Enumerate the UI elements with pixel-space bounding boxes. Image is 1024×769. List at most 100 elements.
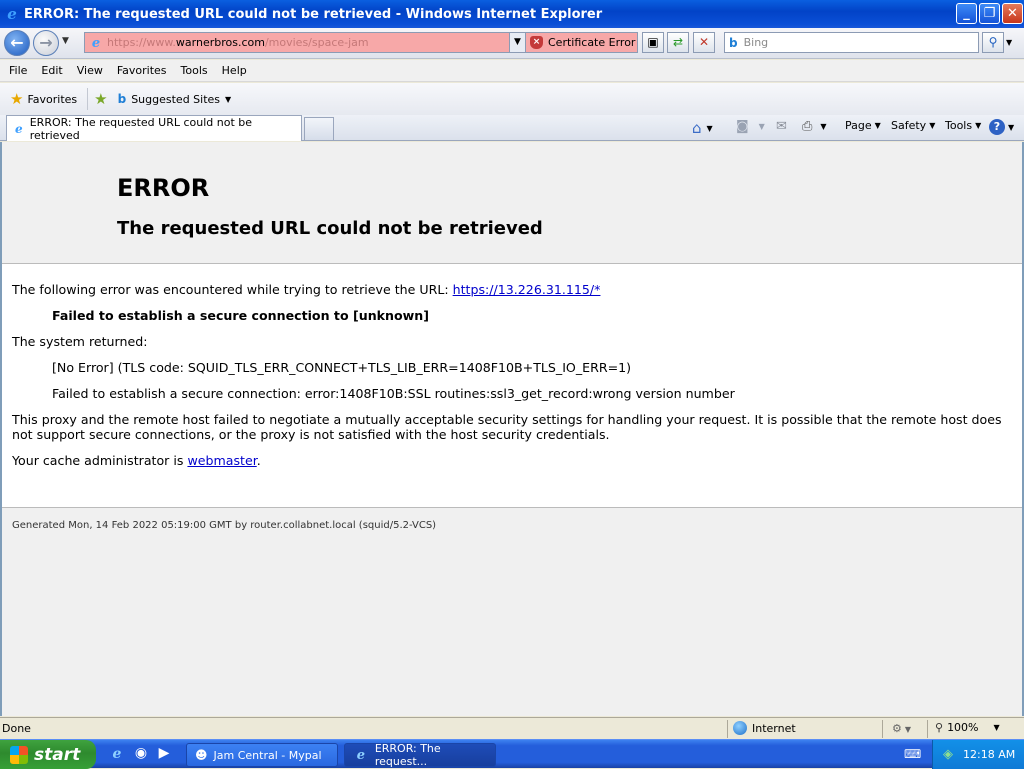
menu-tools[interactable]: Tools — [181, 64, 208, 77]
taskbar-item-ie[interactable]: e ERROR: The request... — [344, 742, 496, 768]
page-title: ERROR — [117, 174, 210, 202]
url-prefix: https://www. — [107, 36, 176, 49]
tab-active[interactable]: e ERROR: The requested URL could not be … — [6, 115, 302, 142]
zoom-dropdown-icon: ▼ — [993, 723, 1000, 732]
feeds-button[interactable]: ◙ ▼ — [736, 119, 765, 134]
menu-file[interactable]: File — [9, 64, 27, 77]
page-content: ERROR The requested URL could not be ret… — [0, 142, 1024, 716]
protected-mode-icon: ⚙ — [892, 722, 902, 735]
refresh-button[interactable]: ⇄ — [667, 32, 689, 53]
zoom-control[interactable]: ⚲ 100% ▼ — [935, 721, 1000, 734]
menu-view[interactable]: View — [77, 64, 103, 77]
printer-icon: ⎙ — [802, 119, 813, 134]
page-menu-label: Page — [845, 119, 872, 132]
security-zone[interactable]: Internet — [733, 721, 796, 735]
mail-icon: ✉ — [776, 119, 787, 134]
keyboard-icon[interactable]: ⌨ — [904, 747, 921, 761]
read-mail-button[interactable]: ✉ — [776, 119, 787, 134]
page-dropdown-icon: ▼ — [874, 121, 881, 130]
start-label: start — [34, 744, 81, 765]
quicklaunch-media-icon[interactable]: ▶ — [155, 745, 173, 763]
start-button[interactable]: start — [0, 740, 96, 769]
url-path: /movies/space-jam — [264, 36, 369, 49]
stop-icon: ✕ — [698, 35, 710, 49]
maximize-button[interactable]: ❐ — [979, 3, 1000, 24]
admin-paragraph: Your cache administrator is webmaster. — [12, 453, 1012, 468]
home-dropdown-icon: ▼ — [706, 123, 713, 133]
menu-bar: File Edit View Favorites Tools Help — [0, 60, 1024, 82]
minimize-button[interactable]: _ — [956, 3, 977, 24]
webmaster-link[interactable]: webmaster — [187, 453, 256, 468]
favorites-divider — [87, 88, 89, 110]
print-button[interactable]: ⎙ ▼ — [802, 119, 827, 134]
zoom-magnifier-icon: ⚲ — [935, 721, 944, 734]
tab-title: ERROR: The requested URL could not be re… — [29, 115, 253, 142]
title-bar[interactable]: e ERROR: The requested URL could not be … — [0, 0, 1024, 28]
compatibility-view-button[interactable]: ▣ — [642, 32, 664, 53]
generated-info: Generated Mon, 14 Feb 2022 05:19:00 GMT … — [12, 520, 437, 531]
quicklaunch-browser-icon[interactable]: ◉ — [132, 745, 150, 763]
certificate-error-button[interactable]: × Certificate Error — [526, 32, 638, 53]
zone-label: Internet — [752, 721, 796, 735]
safety-dropdown-icon: ▼ — [929, 121, 936, 130]
search-options-dropdown-icon[interactable]: ▼ — [1006, 38, 1012, 47]
help-dropdown-icon: ▼ — [1008, 122, 1015, 132]
failed-url-link[interactable]: https://13.226.31.115/* — [453, 282, 601, 297]
ie-task-icon: e — [356, 747, 366, 763]
safety-menu-label: Safety — [891, 119, 927, 132]
status-bar: Done Internet ⚙ ▼ ⚲ 100% ▼ — [0, 717, 1024, 739]
tab-bar: e ERROR: The requested URL could not be … — [0, 115, 1024, 142]
add-to-favorites-icon[interactable]: ★ — [94, 90, 107, 108]
intro-text: The following error was encountered whil… — [12, 282, 453, 297]
status-text: Done — [2, 722, 31, 735]
windows-logo-icon — [10, 745, 28, 764]
failure-message: Failed to establish a secure connection … — [52, 308, 430, 323]
tools-menu-button[interactable]: Tools ▼ — [945, 119, 981, 132]
page-menu-button[interactable]: Page ▼ — [845, 119, 881, 132]
ie-logo-icon: e — [7, 5, 17, 23]
recent-pages-dropdown-icon[interactable]: ▼ — [62, 36, 69, 46]
refresh-icon: ⇄ — [672, 35, 684, 49]
error-footer: Generated Mon, 14 Feb 2022 05:19:00 GMT … — [2, 507, 1022, 716]
page-subtitle: The requested URL could not be retrieved — [117, 218, 543, 239]
network-tray-icon[interactable]: ◈ — [943, 747, 953, 762]
task2-label: ERROR: The request... — [374, 742, 441, 768]
magnifier-icon: ⚲ — [988, 35, 998, 49]
task1-label: Jam Central - Mypal — [213, 748, 322, 762]
safety-menu-button[interactable]: Safety ▼ — [891, 119, 935, 132]
taskbar-item-mypal[interactable]: ☻ Jam Central - Mypal — [186, 743, 338, 767]
suggested-sites-button[interactable]: b Suggested Sites ▼ — [118, 92, 232, 106]
favorites-label: Favorites — [27, 92, 78, 106]
menu-favorites[interactable]: Favorites — [117, 64, 167, 77]
back-button[interactable]: ← — [4, 30, 30, 56]
address-field[interactable]: e https://www. warnerbros.com/movies/spac… — [84, 32, 526, 53]
new-tab-button[interactable] — [304, 117, 334, 140]
search-input[interactable]: b Bing — [724, 32, 979, 53]
help-button[interactable]: ? ▼ — [989, 119, 1014, 135]
favorites-button[interactable]: ★ Favorites — [6, 88, 81, 110]
admin-text: Your cache administrator is — [12, 453, 188, 468]
admin-period: . — [256, 453, 261, 468]
quicklaunch-ie-icon[interactable]: e — [108, 745, 126, 763]
close-button[interactable]: ✕ — [1002, 3, 1023, 24]
windows-taskbar: start e ◉ ▶ ☻ Jam Central - Mypal e ERRO… — [0, 739, 1024, 769]
tab-page-icon: e — [15, 121, 23, 136]
forward-button[interactable]: → — [33, 30, 59, 56]
compatibility-icon: ▣ — [647, 35, 659, 49]
clock[interactable]: 12:18 AM — [963, 748, 1015, 761]
intro-paragraph: The following error was encountered whil… — [12, 282, 1012, 297]
suggested-sites-icon: b — [117, 92, 127, 106]
menu-edit[interactable]: Edit — [41, 64, 62, 77]
home-button[interactable]: ⌂ ▼ — [692, 119, 713, 137]
shield-error-icon: × — [530, 36, 543, 49]
home-icon: ⌂ — [692, 119, 702, 137]
stop-button[interactable]: ✕ — [693, 32, 715, 53]
error-body: The following error was encountered whil… — [12, 282, 1012, 479]
favorites-bar: ★ Favorites ★ b Suggested Sites ▼ — [0, 83, 1024, 115]
menu-help[interactable]: Help — [222, 64, 247, 77]
protected-mode-button[interactable]: ⚙ ▼ — [892, 722, 911, 735]
search-button[interactable]: ⚲ — [982, 32, 1004, 53]
address-dropdown-icon[interactable]: ▼ — [509, 33, 525, 52]
favorites-star-icon: ★ — [10, 90, 24, 108]
zoom-level: 100% — [947, 721, 979, 734]
